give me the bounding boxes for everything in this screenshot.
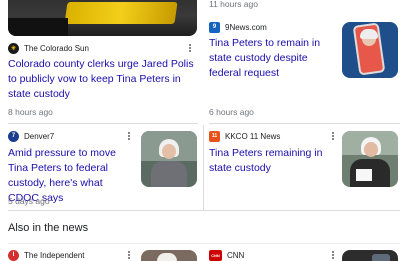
news-card-cnn[interactable]: CNN CNN [209, 247, 339, 261]
source-row: 7 Denver7 [8, 128, 138, 144]
9news-icon: 9 [209, 21, 220, 33]
divider [209, 123, 400, 124]
image-shape [372, 254, 390, 261]
top-right-time: 11 hours ago [209, 0, 258, 9]
independent-icon: I [8, 249, 19, 261]
body-shape [151, 161, 187, 187]
source-name: CNN [227, 250, 245, 260]
image-highlight [64, 2, 178, 24]
headline-link[interactable]: Colorado county clerks urge Jared Polis … [8, 57, 198, 102]
headline-link[interactable]: Tina Peters remaining in state custody [209, 146, 337, 176]
source-name: Denver7 [24, 131, 55, 141]
top-left-news-image[interactable] [8, 0, 197, 36]
source-name: 9News.com [225, 22, 267, 32]
news-thumbnail[interactable] [342, 131, 398, 187]
news-thumbnail[interactable] [141, 250, 197, 261]
hair-shape [157, 253, 177, 261]
card-time: 8 hours ago [8, 107, 53, 117]
source-row: I The Independent [8, 247, 138, 261]
card-time: 5 days ago [8, 196, 50, 206]
face-shape [162, 144, 176, 159]
more-options-icon[interactable] [330, 130, 336, 142]
cnn-icon: CNN [209, 249, 222, 261]
source-name: The Independent [24, 250, 85, 260]
column-divider [203, 125, 204, 210]
source-row: ☀ The Colorado Sun [8, 40, 198, 56]
kkco-icon: 11 [209, 130, 220, 142]
news-thumbnail[interactable] [342, 250, 398, 261]
more-options-icon[interactable] [330, 249, 336, 261]
source-row: 11 KKCO 11 News [209, 128, 344, 144]
face-shape [364, 142, 378, 157]
divider [8, 123, 198, 124]
hair-shape [360, 29, 378, 39]
more-options-icon[interactable] [126, 130, 132, 142]
section-title: Also in the news [8, 222, 89, 234]
divider [8, 243, 400, 244]
news-thumbnail[interactable] [141, 131, 197, 187]
divider [8, 210, 400, 211]
news-card-independent[interactable]: I The Independent [8, 247, 138, 261]
denver7-icon: 7 [8, 130, 19, 142]
paper-shape [356, 169, 372, 181]
source-name: KKCO 11 News [225, 131, 281, 141]
headline-link[interactable]: Tina Peters to remain in state custody d… [209, 36, 335, 81]
image-shadow [8, 18, 68, 36]
more-options-icon[interactable] [126, 249, 132, 261]
news-card-denver7[interactable]: 7 Denver7 [8, 128, 138, 148]
source-row: CNN CNN [209, 247, 339, 261]
more-options-icon[interactable] [187, 42, 193, 54]
card-time: 6 hours ago [209, 107, 254, 117]
news-card-kkco[interactable]: 11 KKCO 11 News [209, 128, 344, 148]
colorado-sun-icon: ☀ [8, 42, 19, 54]
news-thumbnail[interactable] [342, 22, 398, 78]
source-name: The Colorado Sun [24, 43, 89, 53]
